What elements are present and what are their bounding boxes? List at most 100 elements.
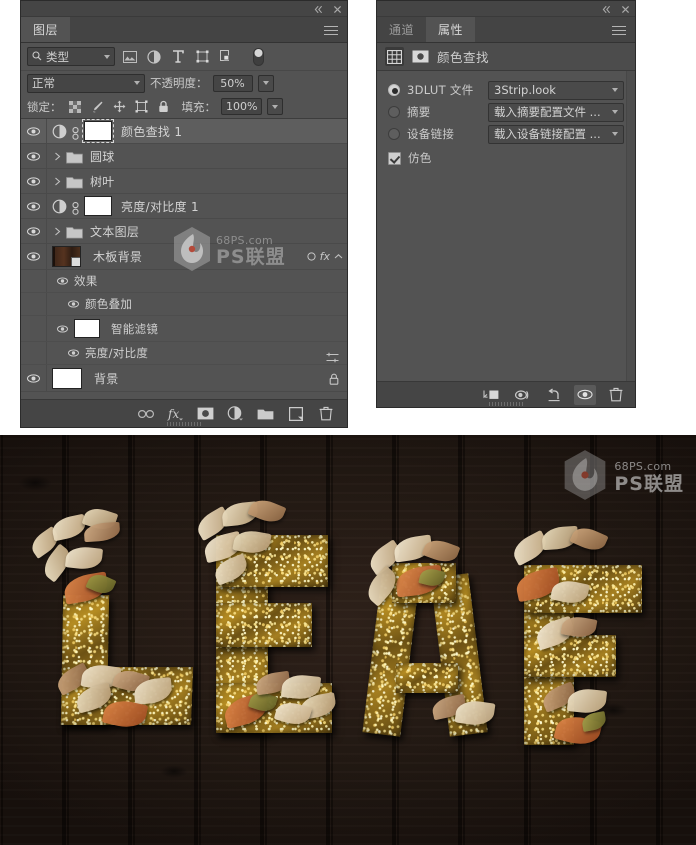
- reset-icon[interactable]: [543, 385, 565, 405]
- table-row[interactable]: 圆球: [21, 144, 347, 169]
- smart-filter-visibility-toggle[interactable]: [56, 323, 68, 335]
- effect-visibility-toggle[interactable]: [56, 275, 68, 287]
- chevron-up-icon: [334, 254, 343, 259]
- link-mask-icon[interactable]: [71, 200, 80, 215]
- layer-mask-thumbnail[interactable]: [82, 119, 114, 143]
- layer-visibility-toggle[interactable]: [21, 219, 47, 243]
- layer-visibility-toggle[interactable]: [21, 169, 47, 193]
- smart-filter-label: 亮度/对比度: [85, 346, 149, 360]
- layer-mask-thumbnail[interactable]: [84, 196, 112, 216]
- panel-menu-icon[interactable]: [324, 17, 340, 43]
- close-icon[interactable]: [620, 4, 631, 15]
- folder-icon: [66, 174, 83, 189]
- dropdown-abstract[interactable]: 载入摘要配置文件 ...: [488, 102, 624, 122]
- radio-abstract[interactable]: [388, 106, 400, 118]
- smart-filter-mask-thumbnail[interactable]: [74, 319, 100, 338]
- chevron-right-icon[interactable]: [52, 226, 62, 236]
- option-row-3dlut[interactable]: 3DLUT 文件 3Strip.look: [377, 79, 635, 101]
- option-label: 设备链接: [407, 127, 455, 141]
- add-layer-mask-icon[interactable]: [197, 405, 214, 422]
- tab-channels[interactable]: 通道: [377, 17, 427, 42]
- filter-kind-select[interactable]: 类型: [27, 47, 115, 66]
- link-mask-icon[interactable]: [71, 125, 80, 140]
- lock-artboard-nesting-icon[interactable]: [133, 98, 150, 115]
- panel-resize-grip[interactable]: [167, 422, 201, 426]
- opacity-input[interactable]: 50%: [212, 74, 253, 92]
- table-row[interactable]: 背景: [21, 365, 347, 392]
- double-chevron-left-icon[interactable]: [313, 4, 324, 15]
- new-layer-icon[interactable]: [287, 405, 304, 422]
- effect-visibility-toggle[interactable]: [67, 298, 79, 310]
- properties-grid-icon[interactable]: [385, 47, 404, 66]
- layer-thumbnail[interactable]: [52, 367, 82, 389]
- filter-pixel-icon[interactable]: [121, 48, 139, 66]
- eye-icon: [56, 324, 68, 333]
- link-layers-icon[interactable]: [137, 405, 154, 422]
- list-item[interactable]: 智能滤镜: [21, 316, 347, 342]
- radio-3dlut-file[interactable]: [388, 84, 400, 96]
- smart-filter-visibility-toggle[interactable]: [67, 347, 79, 359]
- new-group-icon[interactable]: [257, 405, 274, 422]
- layer-visibility-toggle[interactable]: [21, 244, 47, 269]
- layer-visibility-toggle[interactable]: [21, 365, 47, 391]
- eye-icon: [27, 201, 40, 211]
- list-item[interactable]: 效果: [21, 270, 347, 293]
- add-layer-style-fx-icon[interactable]: fx: [167, 405, 184, 422]
- panel-menu-icon[interactable]: [612, 17, 628, 43]
- filter-type-icon[interactable]: [169, 48, 187, 66]
- blend-mode-value: 正常: [32, 76, 55, 90]
- dropdown-device-link[interactable]: 载入设备链接配置 ...: [488, 124, 624, 144]
- table-row[interactable]: 木板背景 fx: [21, 244, 347, 270]
- fill-stepper[interactable]: [267, 98, 284, 115]
- fill-input[interactable]: 100%: [221, 98, 263, 115]
- radio-device-link[interactable]: [388, 128, 400, 140]
- layer-thumbnail[interactable]: [52, 246, 81, 267]
- table-row[interactable]: 文本图层: [21, 219, 347, 244]
- layer-visibility-toggle[interactable]: [21, 119, 47, 143]
- filter-adjustment-icon[interactable]: [145, 48, 163, 66]
- table-row[interactable]: 树叶: [21, 169, 347, 194]
- panel-resize-grip[interactable]: [489, 402, 523, 406]
- adjustment-layer-icon: [52, 124, 67, 139]
- layer-name: 木板背景: [93, 250, 143, 264]
- eye-icon: [67, 349, 79, 357]
- new-adjustment-layer-icon[interactable]: [227, 405, 244, 422]
- lock-transparent-pixels-icon[interactable]: [67, 98, 84, 115]
- tab-layers[interactable]: 图层: [21, 17, 71, 42]
- option-row-abstract[interactable]: 摘要 载入摘要配置文件 ...: [377, 101, 635, 123]
- filter-smartobject-icon[interactable]: [217, 48, 235, 66]
- lock-image-pixels-icon[interactable]: [89, 98, 106, 115]
- delete-icon[interactable]: [605, 385, 627, 405]
- layer-name: 文本图层: [90, 224, 140, 239]
- toggle-visibility-icon[interactable]: [574, 384, 596, 405]
- list-item[interactable]: 颜色叠加: [21, 293, 347, 316]
- filter-toggle-switch[interactable]: [249, 47, 267, 66]
- chevron-right-icon[interactable]: [52, 151, 62, 161]
- tab-properties[interactable]: 属性: [426, 17, 476, 42]
- table-row[interactable]: 亮度/对比度 1: [21, 194, 347, 219]
- layer-visibility-toggle[interactable]: [21, 194, 47, 218]
- lock-row: 锁定： 填充： 100%: [21, 95, 347, 118]
- delete-layer-icon[interactable]: [317, 405, 334, 422]
- chevron-right-icon[interactable]: [52, 176, 62, 186]
- double-chevron-left-icon[interactable]: [601, 4, 612, 15]
- blend-mode-select[interactable]: 正常: [27, 73, 145, 93]
- leaf-cream: [64, 545, 104, 571]
- filter-shape-icon[interactable]: [193, 48, 211, 66]
- layer-visibility-toggle[interactable]: [21, 144, 47, 168]
- lock-all-icon[interactable]: [155, 98, 172, 115]
- folder-icon: [66, 149, 83, 164]
- opacity-stepper[interactable]: [257, 74, 274, 92]
- layer-effects-indicator[interactable]: fx: [307, 244, 343, 269]
- dropdown-3dlut-file[interactable]: 3Strip.look: [488, 80, 624, 100]
- properties-mask-icon[interactable]: [411, 47, 430, 66]
- dither-checkbox[interactable]: [388, 151, 401, 165]
- close-icon[interactable]: [332, 4, 343, 15]
- table-row[interactable]: 颜色查找 1: [21, 119, 347, 144]
- list-item[interactable]: 亮度/对比度: [21, 342, 347, 365]
- option-row-device-link[interactable]: 设备链接 载入设备链接配置 ...: [377, 123, 635, 145]
- chevron-down-icon: [612, 110, 618, 114]
- lock-position-icon[interactable]: [111, 98, 128, 115]
- dither-row[interactable]: 仿色: [377, 147, 635, 169]
- properties-scrollbar[interactable]: [626, 71, 635, 383]
